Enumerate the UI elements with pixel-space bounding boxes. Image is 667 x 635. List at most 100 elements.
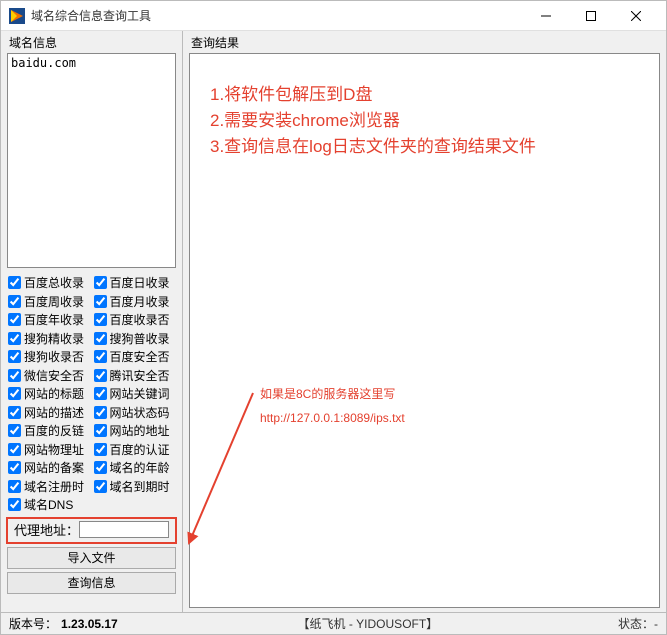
option-checkbox-20[interactable] bbox=[8, 461, 21, 474]
checkbox-item: 腾讯安全否 bbox=[92, 367, 178, 386]
checkbox-item: 网站的备案 bbox=[6, 459, 92, 478]
option-label: 网站状态码 bbox=[110, 404, 170, 421]
checkbox-item: 网站的地址 bbox=[92, 422, 178, 441]
option-checkbox-12[interactable] bbox=[8, 387, 21, 400]
proxy-label: 代理地址： bbox=[14, 520, 79, 539]
option-label: 域名的年龄 bbox=[110, 459, 170, 476]
maximize-button[interactable] bbox=[568, 2, 613, 30]
checkbox-item: 网站物理址 bbox=[6, 441, 92, 460]
checkbox-grid: 百度总收录 百度日收录百度周收录 百度月收录百度年收录 百度收录否搜狗精收录 搜狗普收录… bbox=[1, 274, 182, 517]
option-checkbox-14[interactable] bbox=[8, 406, 21, 419]
option-label: 搜狗普收录 bbox=[110, 330, 170, 347]
checkbox-item: 百度周收录 bbox=[6, 293, 92, 312]
option-label: 微信安全否 bbox=[24, 367, 84, 384]
option-checkbox-23[interactable] bbox=[94, 480, 107, 493]
option-checkbox-11[interactable] bbox=[94, 369, 107, 382]
option-checkbox-0[interactable] bbox=[8, 276, 21, 289]
option-checkbox-13[interactable] bbox=[94, 387, 107, 400]
window-title: 域名综合信息查询工具 bbox=[31, 7, 523, 24]
option-checkbox-22[interactable] bbox=[8, 480, 21, 493]
option-label: 网站的地址 bbox=[110, 422, 170, 439]
checkbox-item: 百度的认证 bbox=[92, 441, 178, 460]
checkbox-item: 域名的年龄 bbox=[92, 459, 178, 478]
option-checkbox-7[interactable] bbox=[94, 332, 107, 345]
option-label: 百度月收录 bbox=[110, 293, 170, 310]
option-checkbox-18[interactable] bbox=[8, 443, 21, 456]
minimize-button[interactable] bbox=[523, 2, 568, 30]
statusbar: 版本号： 1.23.05.17 【纸飞机 - YIDOUSOFT】 状态：- bbox=[1, 612, 666, 634]
statusbar-state: 状态：- bbox=[618, 615, 658, 632]
checkbox-item: 搜狗精收录 bbox=[6, 330, 92, 349]
option-label: 网站关键词 bbox=[110, 385, 170, 402]
result-box[interactable]: 1.将软件包解压到D盘 2.需要安装chrome浏览器 3.查询信息在log日志… bbox=[189, 53, 660, 608]
app-window: 域名综合信息查询工具 域名信息 百度总收录 百度日收录百度周收录 百度月收录百度年收… bbox=[0, 0, 667, 635]
checkbox-item: 百度安全否 bbox=[92, 348, 178, 367]
option-label: 网站的描述 bbox=[24, 404, 84, 421]
proxy-row: 代理地址： bbox=[6, 517, 177, 544]
checkbox-item: 搜狗收录否 bbox=[6, 348, 92, 367]
state-label: 状态： bbox=[618, 617, 654, 631]
checkbox-item: 搜狗普收录 bbox=[92, 330, 178, 349]
option-label: 网站物理址 bbox=[24, 441, 84, 458]
option-label: 域名注册时 bbox=[24, 478, 84, 495]
domain-input-wrap bbox=[1, 51, 182, 274]
annotation-proxy-line2: http://127.0.0.1:8089/ips.txt bbox=[260, 406, 405, 430]
checkbox-item: 百度总收录 bbox=[6, 274, 92, 293]
proxy-input[interactable] bbox=[79, 521, 169, 538]
annotation-proxy-hint: 如果是8C的服务器这里写 http://127.0.0.1:8089/ips.t… bbox=[260, 382, 405, 430]
option-checkbox-8[interactable] bbox=[8, 350, 21, 363]
option-checkbox-10[interactable] bbox=[8, 369, 21, 382]
result-group-label: 查询结果 bbox=[183, 31, 666, 51]
option-label: 百度周收录 bbox=[24, 293, 84, 310]
domain-textarea[interactable] bbox=[7, 53, 176, 268]
window-controls bbox=[523, 2, 658, 30]
statusbar-center: 【纸飞机 - YIDOUSOFT】 bbox=[118, 615, 618, 632]
option-label: 网站的标题 bbox=[24, 385, 84, 402]
annotation-instructions: 1.将软件包解压到D盘 2.需要安装chrome浏览器 3.查询信息在log日志… bbox=[210, 82, 536, 160]
close-button[interactable] bbox=[613, 2, 658, 30]
option-checkbox-1[interactable] bbox=[94, 276, 107, 289]
option-checkbox-6[interactable] bbox=[8, 332, 21, 345]
option-label: 域名DNS bbox=[24, 496, 73, 513]
option-label: 百度的认证 bbox=[110, 441, 170, 458]
checkbox-item: 域名DNS bbox=[6, 496, 92, 515]
option-checkbox-19[interactable] bbox=[94, 443, 107, 456]
state-value: - bbox=[654, 617, 658, 631]
option-label: 百度年收录 bbox=[24, 311, 84, 328]
checkbox-item: 网站的标题 bbox=[6, 385, 92, 404]
option-checkbox-17[interactable] bbox=[94, 424, 107, 437]
option-label: 搜狗精收录 bbox=[24, 330, 84, 347]
left-panel: 域名信息 百度总收录 百度日收录百度周收录 百度月收录百度年收录 百度收录否搜狗精收录… bbox=[1, 31, 183, 612]
domain-group-label: 域名信息 bbox=[1, 31, 182, 51]
button-stack: 导入文件 查询信息 bbox=[1, 547, 182, 600]
option-label: 百度安全否 bbox=[110, 348, 170, 365]
option-checkbox-16[interactable] bbox=[8, 424, 21, 437]
option-label: 百度日收录 bbox=[110, 274, 170, 291]
checkbox-item: 网站状态码 bbox=[92, 404, 178, 423]
option-checkbox-3[interactable] bbox=[94, 295, 107, 308]
checkbox-item: 网站的描述 bbox=[6, 404, 92, 423]
option-checkbox-21[interactable] bbox=[94, 461, 107, 474]
titlebar[interactable]: 域名综合信息查询工具 bbox=[1, 1, 666, 31]
query-info-button[interactable]: 查询信息 bbox=[7, 572, 176, 594]
option-checkbox-5[interactable] bbox=[94, 313, 107, 326]
option-label: 百度总收录 bbox=[24, 274, 84, 291]
right-panel: 查询结果 1.将软件包解压到D盘 2.需要安装chrome浏览器 3.查询信息在… bbox=[183, 31, 666, 612]
option-label: 域名到期时 bbox=[110, 478, 170, 495]
checkbox-item: 域名注册时 bbox=[6, 478, 92, 497]
option-label: 百度的反链 bbox=[24, 422, 84, 439]
option-label: 百度收录否 bbox=[110, 311, 170, 328]
option-label: 网站的备案 bbox=[24, 459, 84, 476]
import-file-button[interactable]: 导入文件 bbox=[7, 547, 176, 569]
checkbox-item: 百度日收录 bbox=[92, 274, 178, 293]
checkbox-item: 百度的反链 bbox=[6, 422, 92, 441]
option-label: 搜狗收录否 bbox=[24, 348, 84, 365]
checkbox-item: 域名到期时 bbox=[92, 478, 178, 497]
option-checkbox-9[interactable] bbox=[94, 350, 107, 363]
option-checkbox-2[interactable] bbox=[8, 295, 21, 308]
option-checkbox-4[interactable] bbox=[8, 313, 21, 326]
option-checkbox-24[interactable] bbox=[8, 498, 21, 511]
checkbox-item: 百度收录否 bbox=[92, 311, 178, 330]
checkbox-item: 百度月收录 bbox=[92, 293, 178, 312]
option-checkbox-15[interactable] bbox=[94, 406, 107, 419]
